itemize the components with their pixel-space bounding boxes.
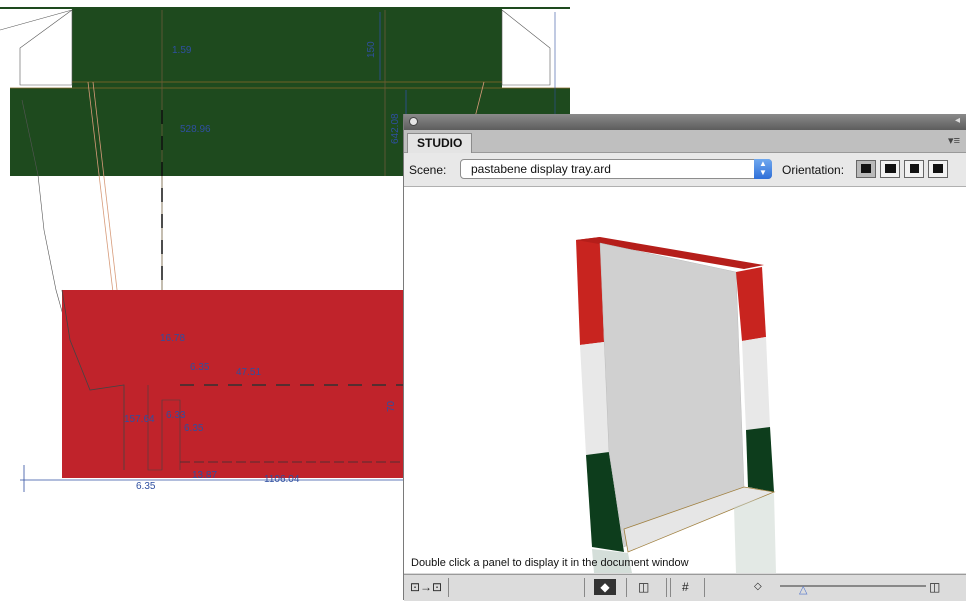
left-wall-red [576,237,604,345]
separator [626,578,627,597]
orientation-top-button[interactable] [904,160,924,178]
front-view-icon [861,164,871,173]
dim-label-16-78: 16.78 [160,333,186,344]
separator [670,578,671,597]
top-view-icon [909,164,919,173]
separator [448,578,449,597]
orientation-back-button[interactable] [928,160,948,178]
right-wall-red [736,267,766,341]
dim-label-528: 528.96 [180,124,211,135]
dim-label-6-33: 6.33 [166,410,186,421]
scene-toolbar: Scene: pastabene display tray.ard ▲ ▼ Ori… [404,153,966,187]
green-top-panel [72,8,502,88]
scene-value: pastabene display tray.ard [471,162,611,176]
display-tray-model[interactable] [404,187,966,573]
dim-label-6-35-b: 6.35 [184,423,204,434]
zoom-slider-thumb[interactable]: △ [799,583,807,596]
left-wall-white [580,342,609,455]
separator [666,578,667,597]
dim-label-150: 150 [366,41,377,58]
red-panel [62,290,406,478]
collapse-icon[interactable]: ◂ [955,115,960,126]
tray-reflection-right [734,493,776,573]
select-arrows-icon: ▲ ▼ [754,159,772,179]
studio-panel[interactable]: ◂ STUDIO ▾≡ Scene: pastabene display tra… [403,114,966,601]
orientation-side-button[interactable] [880,160,900,178]
orientation-label: Orientation: [782,163,845,177]
panel-tab-row: STUDIO ▾≡ [404,130,966,153]
box-view-icon[interactable]: ◫ [638,579,649,595]
dim-label-70: 70 [386,400,397,412]
zoom-out-icon[interactable]: ◇ [754,579,762,595]
tab-studio[interactable]: STUDIO [407,133,473,153]
side-view-icon [884,164,896,173]
dim-label-157-64: 157.64 [124,414,155,425]
left-tab [19,9,73,86]
scene-label: Scene: [409,163,447,177]
orientation-front-button[interactable] [856,160,876,178]
export-icon[interactable]: ⊡→⊡ [410,579,442,595]
panel-titlebar[interactable]: ◂ [404,114,966,130]
right-wall-white [742,337,770,430]
solid-view-icon[interactable]: ◆ [594,579,616,595]
separator [704,578,705,597]
right-wall-green [746,427,774,492]
dim-label-642: 642.08 [390,113,401,144]
status-text: Double click a panel to display it in th… [411,557,689,569]
back-view-icon [933,164,943,173]
dim-label-1-59: 1.59 [172,45,192,56]
grid-icon[interactable]: # [682,579,689,595]
dim-label-13-87: 13.87 [192,470,218,481]
dim-label-1106: 1106.04 [264,474,300,485]
dim-label-6-35-c: 6.35 [136,481,156,492]
close-icon[interactable] [409,117,418,126]
dim-label-6-35-a: 6.35 [190,362,210,373]
panel-menu-icon[interactable]: ▾≡ [948,134,960,147]
panel-bottom-bar: ⊡→⊡ ◆ ◫ # ◇ △ ◫ [404,574,966,601]
separator [584,578,585,597]
right-tab [501,9,551,86]
dim-label-47-51: 47.51 [236,367,262,378]
zoom-in-icon[interactable]: ◫ [929,579,940,595]
scene-select[interactable]: pastabene display tray.ard ▲ ▼ [460,159,772,179]
3d-viewport[interactable] [404,187,966,573]
